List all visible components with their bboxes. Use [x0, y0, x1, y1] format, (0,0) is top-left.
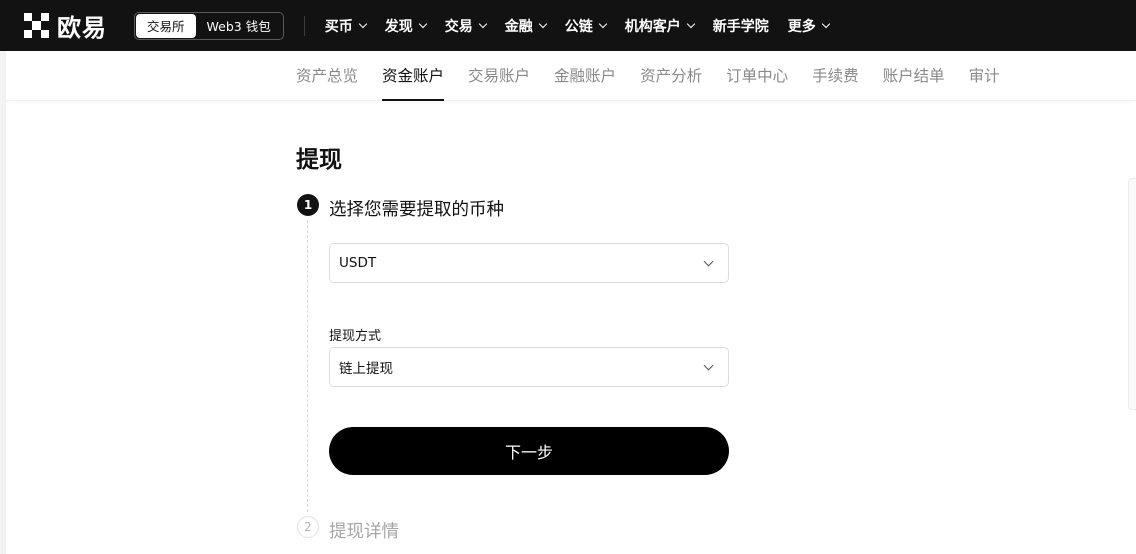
tab-funding-account[interactable]: 资金账户 [382, 51, 445, 101]
top-navigation-bar: 欧易 交易所 Web3 钱包 买币 发现 交易 金融 公链 机构客户 新手学院 … [0, 0, 1136, 51]
side-scroll-tab[interactable] [1128, 178, 1136, 410]
nav-item-chain[interactable]: 公链 [564, 16, 607, 36]
chevron-down-icon [703, 256, 714, 266]
nav-item-academy[interactable]: 新手学院 [713, 16, 769, 36]
nav-item-trade[interactable]: 交易 [444, 16, 487, 36]
main-nav: 买币 发现 交易 金融 公链 机构客户 新手学院 更多 [325, 16, 848, 36]
nav-item-buy-crypto[interactable]: 买币 [324, 16, 367, 36]
left-edge-strip [0, 51, 6, 554]
coin-select-value: USDT [339, 255, 377, 271]
tab-asset-analysis[interactable]: 资产分析 [640, 51, 702, 101]
step-connector-line [307, 220, 308, 512]
step-1-title: 选择您需要提取的币种 [329, 200, 504, 220]
chevron-down-icon [686, 19, 695, 28]
nav-divider [303, 15, 305, 36]
account-subnav: 资产总览 资金账户 交易账户 金融账户 资产分析 订单中心 手续费 账户结单 审… [6, 51, 1136, 101]
okx-grid-logo-icon [24, 13, 49, 38]
tab-audit[interactable]: 审计 [969, 51, 1000, 101]
mode-switcher: 交易所 Web3 钱包 [134, 11, 284, 40]
nav-item-label: 更多 [787, 18, 816, 35]
step-2-badge: 2 [297, 516, 319, 538]
withdraw-method-select[interactable]: 链上提现 [329, 347, 729, 387]
exchange-tab[interactable]: 交易所 [136, 13, 196, 38]
brand-name: 欧易 [57, 14, 107, 42]
nav-item-label: 金融 [504, 18, 533, 35]
nav-item-label: 公链 [564, 18, 593, 35]
web3-wallet-tab[interactable]: Web3 钱包 [196, 14, 282, 38]
brand-logo[interactable]: 欧易 [24, 8, 107, 43]
nav-item-label: 发现 [384, 18, 413, 35]
tab-statements[interactable]: 账户结单 [883, 51, 945, 101]
chevron-down-icon [358, 19, 367, 28]
nav-item-label: 机构客户 [624, 18, 681, 35]
nav-item-label: 新手学院 [712, 18, 769, 35]
chevron-down-icon [598, 19, 607, 28]
tab-finance-account[interactable]: 金融账户 [554, 51, 616, 101]
chevron-down-icon [478, 19, 487, 28]
next-step-button[interactable]: 下一步 [329, 427, 729, 475]
nav-item-more[interactable]: 更多 [787, 16, 830, 36]
withdraw-method-label: 提现方式 [329, 329, 382, 344]
tab-order-center[interactable]: 订单中心 [726, 51, 788, 101]
chevron-down-icon [821, 19, 830, 28]
nav-item-institutional[interactable]: 机构客户 [624, 16, 695, 36]
nav-item-label: 买币 [324, 18, 353, 35]
page-title: 提现 [296, 147, 342, 173]
tab-fees[interactable]: 手续费 [812, 51, 859, 101]
chevron-down-icon [418, 19, 427, 28]
nav-item-finance[interactable]: 金融 [504, 16, 547, 36]
nav-item-discover[interactable]: 发现 [384, 16, 427, 36]
step-2-title: 提现详情 [329, 522, 399, 542]
withdraw-method-value: 链上提现 [339, 361, 393, 377]
chevron-down-icon [703, 360, 714, 370]
nav-item-label: 交易 [444, 18, 473, 35]
tab-asset-overview[interactable]: 资产总览 [296, 51, 358, 101]
tab-trading-account[interactable]: 交易账户 [468, 51, 530, 101]
coin-select[interactable]: USDT [329, 243, 729, 283]
chevron-down-icon [538, 19, 547, 28]
step-1-badge: 1 [297, 194, 319, 216]
